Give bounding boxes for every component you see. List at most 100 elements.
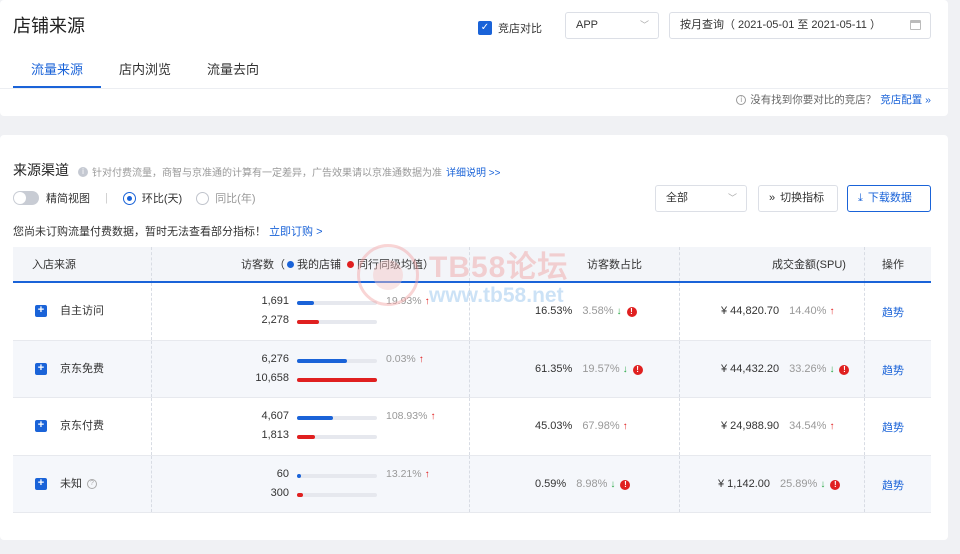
check-icon[interactable]: ✓ bbox=[478, 21, 492, 35]
switch-metrics-button[interactable]: » 切换指标 bbox=[758, 185, 838, 212]
date-range-select[interactable]: 按月查询（ 2021-05-01 至 2021-05-11 ） bbox=[669, 12, 931, 39]
expand-plus-icon[interactable]: + bbox=[35, 362, 47, 375]
tab-in-store-browse[interactable]: 店内浏览 bbox=[101, 58, 189, 88]
radio-mom[interactable] bbox=[122, 191, 136, 205]
expand-plus-icon[interactable]: + bbox=[35, 305, 47, 317]
table-row: + 京东免费 6,276 10,658 0.03% ↑ 61.35% 19.57% ↓! ¥ 44… bbox=[13, 340, 931, 401]
platform-select[interactable]: APP ﹀ bbox=[565, 12, 659, 39]
compare-checkbox[interactable]: ✓ 竞店对比 bbox=[478, 20, 542, 36]
my-visitors-bar-fill bbox=[297, 473, 301, 478]
date-range-value: 按月查询（ 2021-05-01 至 2021-05-11 ） bbox=[680, 19, 881, 31]
column-divider bbox=[679, 283, 680, 340]
visitor-change-value: 108.93% bbox=[386, 410, 428, 422]
peer-visitors-bar-fill bbox=[297, 320, 320, 324]
details-link[interactable]: 详细说明 >> bbox=[446, 164, 500, 179]
warning-icon: ! bbox=[620, 479, 631, 490]
simple-view-label: 精简视图 bbox=[46, 193, 90, 205]
visitor-share: 0.59% 8.98% ↓! bbox=[535, 456, 631, 513]
expand-plus-icon[interactable]: + bbox=[35, 477, 47, 490]
config-hint-text: 没有找到你要对比的竞店？ bbox=[750, 94, 877, 106]
header-visitors: 访客数（ 我的店铺 同行同级均值） bbox=[241, 247, 434, 283]
header-card: 店铺来源 流量来源 店内浏览 流量去向 ✓ 竞店对比 APP ﹀ 按月查询（ 2… bbox=[0, 0, 948, 116]
gmv-value: ¥ 44,432.20 bbox=[721, 362, 780, 375]
gmv-change: 14.40% bbox=[789, 305, 827, 317]
header-visitors-label: 访客数（ bbox=[241, 259, 285, 271]
arrow-up-icon: ↑ bbox=[829, 421, 835, 432]
radio-yoy[interactable] bbox=[196, 191, 210, 205]
peer-visitors: 300 bbox=[270, 486, 289, 499]
separator: | bbox=[105, 192, 108, 204]
peer-visitors-bar bbox=[297, 435, 377, 439]
download-button[interactable]: ⤓ 下载数据 bbox=[847, 185, 931, 212]
arrow-up-icon: ↑ bbox=[622, 421, 628, 432]
page-title: 店铺来源 bbox=[13, 16, 85, 36]
table-row: + 自主访问 1,691 2,278 19.93% ↑ 16.53% 3.58% ↓! ¥ 44,… bbox=[13, 283, 931, 341]
visitor-share-change: 8.98% bbox=[576, 477, 608, 490]
gmv: ¥ 44,820.70 14.40% ↑ bbox=[721, 283, 834, 340]
warning-icon: ! bbox=[839, 364, 850, 375]
column-divider bbox=[469, 398, 470, 455]
filter-select-value: 全部 bbox=[666, 192, 688, 204]
download-icon: ⤓ bbox=[858, 192, 863, 204]
expand-plus-icon[interactable]: + bbox=[35, 420, 47, 432]
radio-yoy-label: 同比(年) bbox=[215, 193, 256, 205]
column-divider bbox=[151, 398, 152, 455]
visitor-share-value: 0.59% bbox=[535, 477, 567, 490]
peer-visitors-bar bbox=[297, 492, 377, 497]
subscribe-link[interactable]: 立即订购 > bbox=[269, 226, 322, 238]
section-desc-text: 针对付费流量，商智与京准通的计算有一定差异，广告效果请以京准通数据为准 bbox=[92, 168, 442, 179]
column-divider bbox=[679, 398, 680, 455]
table-row: + 未知? 60 300 13.21% ↑ 0.59% 8.98% ↓! ¥ 1,142.00 25… bbox=[13, 455, 931, 516]
table-header: 入店来源 访客数（ 我的店铺 同行同级均值） 访客数占比 成交金额(SPU) 操作 bbox=[13, 247, 931, 283]
visitor-change: 19.93% ↑ bbox=[386, 295, 430, 307]
column-divider bbox=[469, 455, 470, 512]
header-visitor-share: 访客数占比 bbox=[587, 259, 642, 271]
gmv-change: 34.54% bbox=[789, 420, 827, 432]
trend-link[interactable]: 趋势 bbox=[882, 341, 904, 401]
peer-visitors: 10,658 bbox=[255, 371, 289, 384]
gmv: ¥ 1,142.00 25.89% ↓! bbox=[718, 456, 841, 513]
gmv-value: ¥ 24,988.90 bbox=[721, 420, 780, 432]
gmv-value: ¥ 1,142.00 bbox=[718, 477, 770, 490]
legend-my-shop: 我的店铺 bbox=[297, 259, 341, 271]
column-divider bbox=[151, 247, 152, 281]
help-icon[interactable]: ? bbox=[87, 479, 97, 489]
config-link[interactable]: 竞店配置 » bbox=[880, 92, 931, 107]
filter-select[interactable]: 全部 ﹀ bbox=[655, 185, 747, 212]
peer-visitors-bar bbox=[297, 377, 377, 382]
source-name: 自主访问 bbox=[60, 283, 104, 340]
compare-label: 竞店对比 bbox=[498, 23, 542, 35]
trend-link[interactable]: 趋势 bbox=[882, 283, 904, 343]
warning-icon: ! bbox=[830, 479, 841, 490]
visitor-change: 0.03% ↑ bbox=[386, 353, 424, 365]
trend-link[interactable]: 趋势 bbox=[882, 398, 904, 458]
tab-traffic-source[interactable]: 流量来源 bbox=[13, 58, 102, 88]
source-name: 京东免费 bbox=[60, 341, 104, 398]
notice-text: 您尚未订购流量付费数据，暂时无法查看部分指标！ bbox=[13, 226, 266, 238]
my-visitors: 6,276 bbox=[261, 352, 289, 365]
simple-view-toggle[interactable] bbox=[13, 191, 39, 205]
column-divider bbox=[864, 340, 865, 397]
radio-mom-label: 环比(天) bbox=[141, 193, 183, 205]
arrow-down-icon: ↓ bbox=[820, 478, 826, 490]
arrow-up-icon: ↑ bbox=[418, 353, 424, 365]
tab-traffic-destination[interactable]: 流量去向 bbox=[189, 58, 277, 88]
config-hint: i 没有找到你要对比的竞店？ 竞店配置 » bbox=[736, 92, 931, 107]
source-name: 未知? bbox=[60, 456, 97, 513]
peer-visitors-bar-fill bbox=[297, 492, 303, 497]
visitor-change: 108.93% ↑ bbox=[386, 410, 435, 422]
visitor-share-value: 16.53% bbox=[535, 305, 573, 317]
header-visitors-close: ） bbox=[423, 259, 434, 271]
info-icon: i bbox=[78, 166, 88, 177]
arrow-up-icon: ↑ bbox=[829, 306, 835, 317]
calendar-icon bbox=[910, 20, 921, 30]
column-divider bbox=[679, 340, 680, 397]
visitor-share-value: 45.03% bbox=[535, 420, 573, 432]
my-visitors: 1,691 bbox=[261, 295, 289, 307]
my-shop-legend-dot bbox=[287, 261, 294, 268]
trend-link[interactable]: 趋势 bbox=[882, 456, 904, 516]
peer-visitors: 1,813 bbox=[261, 429, 289, 441]
source-name-text: 自主访问 bbox=[60, 305, 104, 317]
peer-visitors: 2,278 bbox=[261, 314, 289, 326]
view-options: 精简视图 | 环比(天) 同比(年) bbox=[13, 190, 270, 206]
